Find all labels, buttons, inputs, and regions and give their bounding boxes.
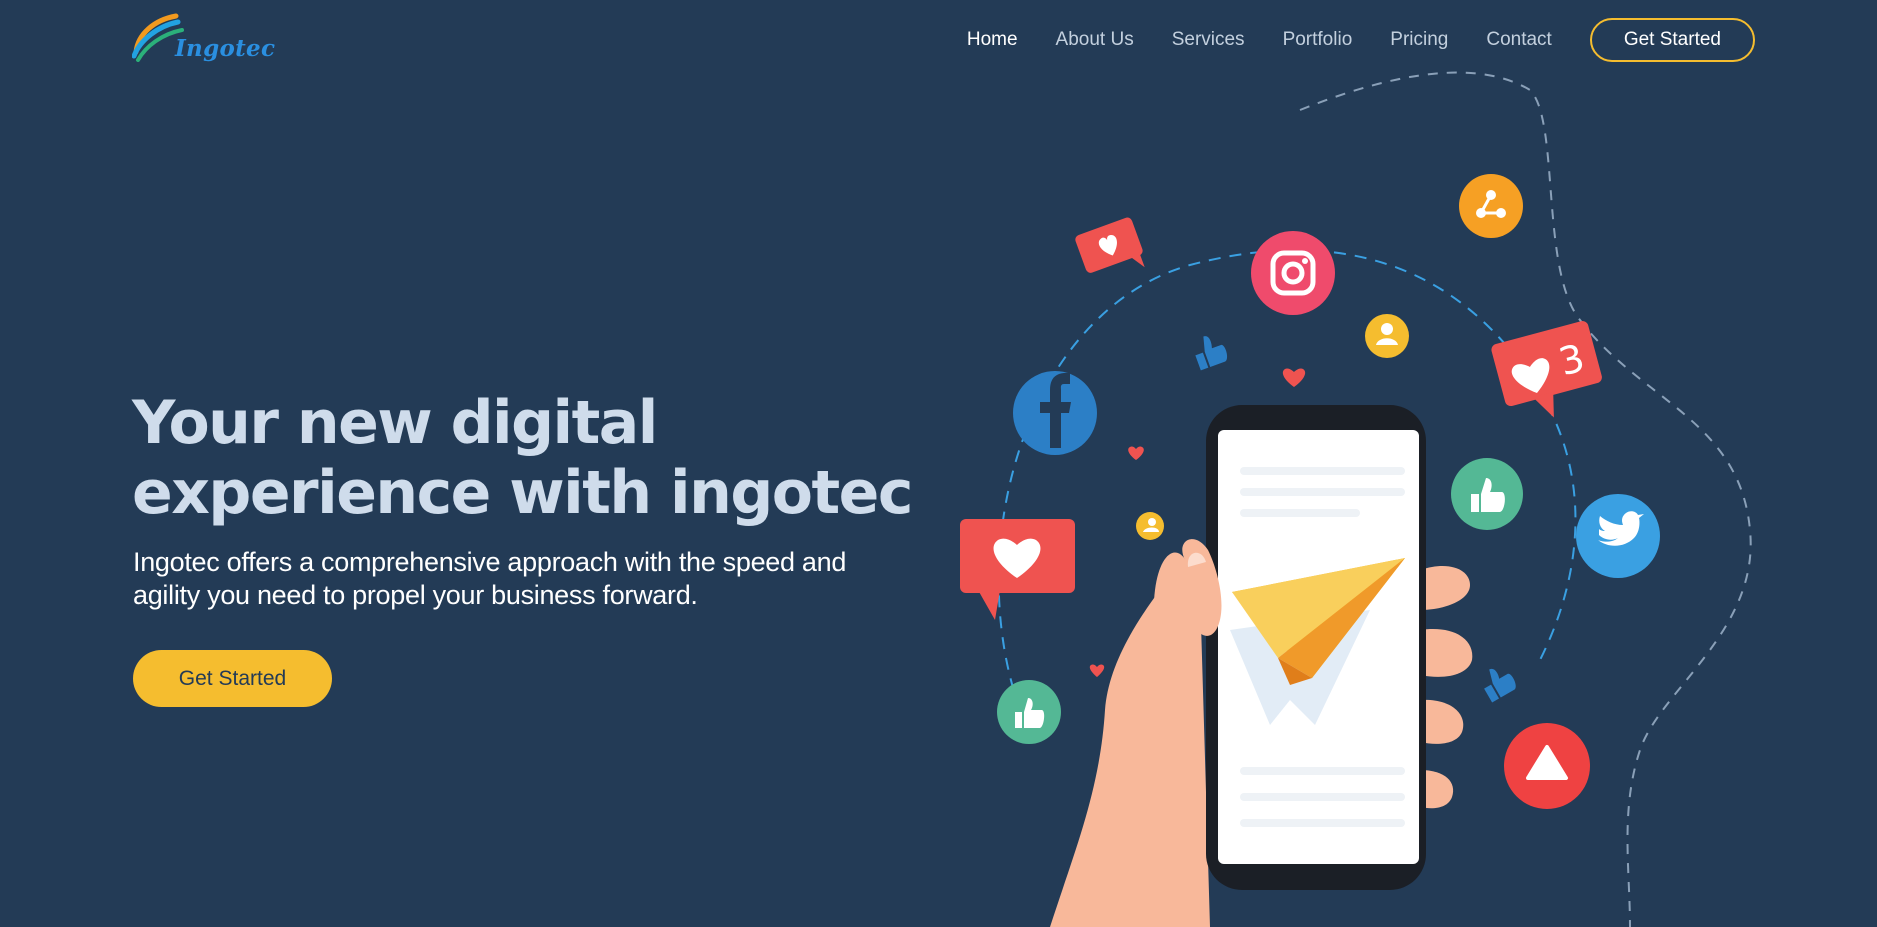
- like-count-bubble: 3: [1491, 321, 1602, 418]
- share-icon: [1459, 174, 1523, 238]
- nav-get-started-button[interactable]: Get Started: [1589, 17, 1755, 62]
- thumbs-up-small-icon: [1195, 336, 1228, 371]
- small-heart-icon: [1128, 446, 1144, 460]
- brand-name: Ingotec: [175, 35, 276, 62]
- heart-bubble-small-icon: [1075, 217, 1145, 273]
- twitter-icon: [1576, 494, 1660, 578]
- user-small-icon: [1136, 512, 1164, 540]
- hero-get-started-button[interactable]: Get Started: [133, 650, 332, 707]
- nav-pricing[interactable]: Pricing: [1390, 29, 1448, 51]
- hero-subtitle: Ingotec offers a comprehensive approach …: [133, 546, 933, 612]
- hero-illustration: 3: [960, 71, 1752, 927]
- nav-contact[interactable]: Contact: [1486, 29, 1551, 51]
- heart-bubble-icon: [960, 519, 1075, 620]
- nav-home[interactable]: Home: [967, 29, 1018, 51]
- instagram-icon: [1251, 231, 1335, 315]
- small-heart-icon: [1089, 664, 1105, 677]
- main-nav: Home About Us Services Portfolio Pricing…: [929, 17, 1755, 62]
- small-heart-icon: [1282, 368, 1306, 387]
- nav-portfolio[interactable]: Portfolio: [1283, 29, 1353, 51]
- phone-illustration: [1206, 405, 1426, 890]
- brand-logo[interactable]: Ingotec: [131, 12, 276, 68]
- hero-title-line1: Your new digital: [132, 388, 658, 458]
- thumbs-up-small-icon: [1484, 668, 1516, 703]
- thumbs-up-icon: [1451, 458, 1523, 530]
- hero-title: Your new digital experience with ingotec: [132, 388, 932, 528]
- nav-services[interactable]: Services: [1172, 29, 1245, 51]
- youtube-play-icon: [1504, 723, 1590, 809]
- nav-about-us[interactable]: About Us: [1056, 29, 1134, 51]
- user-icon: [1365, 314, 1409, 358]
- facebook-icon: [1013, 371, 1097, 455]
- hero-subtitle-line1: Ingotec offers a comprehensive approach …: [133, 547, 847, 577]
- hero-title-line2: experience with ingotec: [132, 458, 913, 528]
- hero-subtitle-line2: agility you need to propel your business…: [133, 580, 698, 610]
- thumbs-up-icon: [997, 680, 1061, 744]
